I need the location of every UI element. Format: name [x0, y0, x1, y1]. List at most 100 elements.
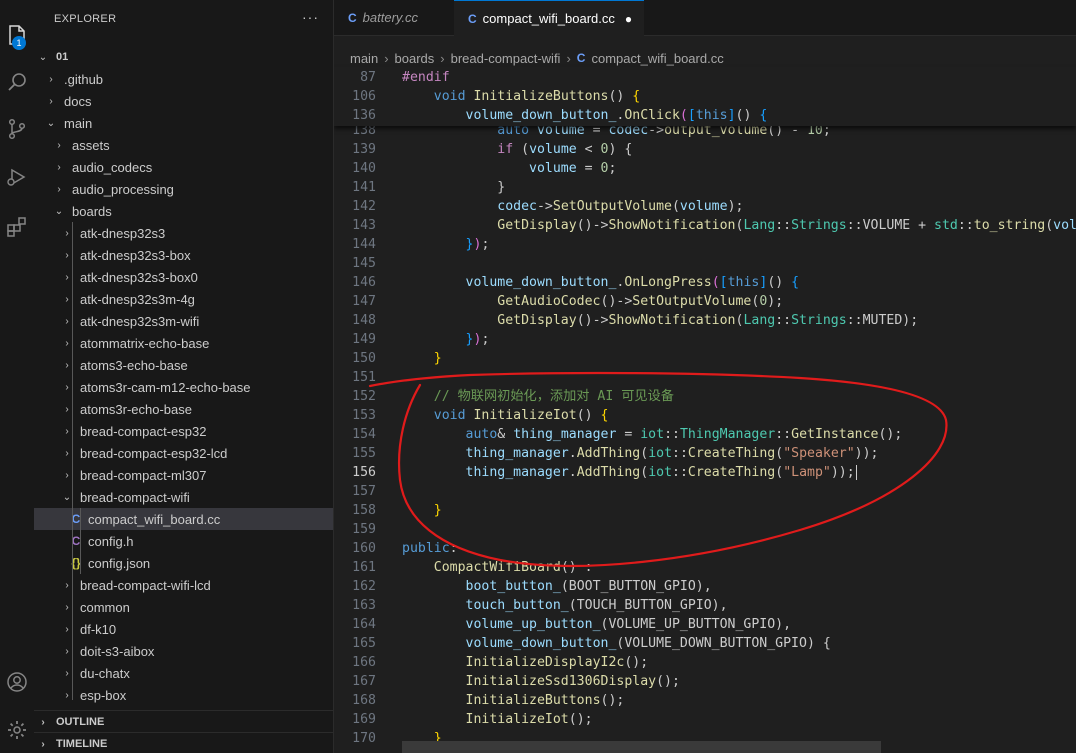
search-icon[interactable] [0, 65, 34, 99]
code-token: InitializeSsd1306Display [465, 674, 657, 689]
chevron-right-icon: › [65, 645, 69, 657]
outline-section[interactable]: › OUTLINE [34, 710, 333, 733]
chevron-right-icon: › [57, 161, 61, 173]
chevron-right-icon: › [57, 183, 61, 195]
more-actions-icon[interactable]: ··· [302, 10, 319, 24]
code-token: (VOLUME_DOWN_BUTTON_GPIO) { [616, 636, 831, 651]
code-line: volume_down_button_(VOLUME_DOWN_BUTTON_G… [402, 634, 831, 653]
tree-item-label: common [80, 599, 130, 615]
tree-file[interactable]: {} config.json [34, 552, 333, 574]
code-token: volume [679, 199, 728, 214]
workspace-root[interactable]: ⌄ 01 [34, 46, 333, 68]
tree-folder[interactable]: › docs [34, 90, 333, 112]
chevron-right-icon: › [65, 227, 69, 239]
settings-gear-icon[interactable] [0, 713, 34, 747]
tab-battery-cc[interactable]: C battery.cc [334, 0, 454, 35]
tree-folder[interactable]: › atoms3r-echo-base [34, 398, 333, 420]
chevron-right-icon: › [65, 447, 69, 459]
code-token: ShowNotification [608, 313, 736, 328]
code-token: boot_button_ [465, 579, 561, 594]
line-number: 168 [352, 693, 376, 708]
code-token: public [402, 541, 450, 556]
tree-folder[interactable]: › audio_processing [34, 178, 333, 200]
code-token: AddThing [576, 465, 641, 480]
code-token: CreateThing [687, 465, 776, 480]
tree-folder[interactable]: › atoms3r-cam-m12-echo-base [34, 376, 333, 398]
tree-file[interactable]: Ccompact_wifi_board.cc [34, 508, 333, 530]
tree-folder[interactable]: › atommatrix-echo-base [34, 332, 333, 354]
tree-item-label: atk-dnesp32s3m-4g [80, 291, 195, 307]
tree-folder[interactable]: ⌄ bread-compact-wifi [34, 486, 333, 508]
tree-file[interactable]: Cconfig.h [34, 530, 333, 552]
line-number: 166 [352, 655, 376, 670]
code-token: ( [775, 446, 784, 461]
code-line: if (volume < 0) { [402, 140, 632, 159]
tree-item-label: audio_codecs [72, 159, 153, 175]
code-token: InitializeDisplayI2c [465, 655, 625, 670]
tree-folder[interactable]: › common [34, 596, 333, 618]
tree-folder[interactable]: › assets [34, 134, 333, 156]
chevron-right-icon: › [65, 667, 69, 679]
tree-folder[interactable]: › atk-dnesp32s3-box0 [34, 266, 333, 288]
chevron-right-icon: › [65, 249, 69, 261]
sticky-scroll-header[interactable]: 87 #endif 106 void InitializeButtons() {13… [334, 67, 1076, 126]
code-token: GetDisplay [497, 313, 577, 328]
breadcrumb-item[interactable]: boards [395, 51, 435, 66]
code-line: touch_button_(TOUCH_BUTTON_GPIO), [402, 596, 728, 615]
breadcrumb-item[interactable]: bread-compact-wifi [451, 51, 561, 66]
tab-compact-wifi-board-cc[interactable]: C compact_wifi_board.cc ● [454, 0, 644, 36]
tree-folder[interactable]: › bread-compact-esp32 [34, 420, 333, 442]
code-line: volume_up_button_(VOLUME_UP_BUTTON_GPIO)… [402, 615, 792, 634]
horizontal-scrollbar[interactable] [402, 741, 881, 753]
chevron-right-icon: › [65, 337, 69, 349]
extensions-icon[interactable] [0, 210, 34, 244]
account-icon[interactable] [0, 665, 34, 699]
tree-folder[interactable]: › bread-compact-esp32-lcd [34, 442, 333, 464]
code-line: GetAudioCodec()->SetOutputVolume(0); [402, 292, 783, 311]
tree-folder[interactable]: › bread-compact-wifi-lcd [34, 574, 333, 596]
chevron-right-icon: › [49, 95, 53, 107]
tree-folder[interactable]: › bread-compact-ml307 [34, 464, 333, 486]
code-token: ( [1045, 218, 1054, 233]
code-token: InitializeButtons [473, 89, 609, 104]
tree-folder[interactable]: ⌄ main [34, 112, 333, 134]
explorer-badge: 1 [12, 36, 26, 50]
tree-item-label: atk-dnesp32s3 [80, 225, 166, 241]
tree-folder[interactable]: ⌄ boards [34, 200, 333, 222]
code-token: :: [775, 313, 792, 328]
breadcrumb-item[interactable]: main [350, 51, 378, 66]
tree-folder[interactable]: › atk-dnesp32s3m-wifi [34, 310, 333, 332]
tree-item-label: atoms3r-cam-m12-echo-base [80, 379, 251, 395]
code-token: void [433, 89, 466, 104]
code-line: thing_manager.AddThing(iot::CreateThing(… [402, 463, 857, 482]
breadcrumb-item[interactable]: compact_wifi_board.cc [591, 51, 723, 66]
tree-folder[interactable]: › esp-box [34, 684, 333, 706]
tree-item-label: du-chatx [80, 665, 130, 681]
tree-item-label: atommatrix-echo-base [80, 335, 210, 351]
source-control-icon[interactable] [0, 112, 34, 146]
tree-folder[interactable]: › df-k10 [34, 618, 333, 640]
tree-folder[interactable]: › atk-dnesp32s3 [34, 222, 333, 244]
explorer-title: EXPLORER [54, 13, 117, 25]
tree-folder[interactable]: › .github [34, 68, 333, 90]
tree-folder[interactable]: › du-chatx [34, 662, 333, 684]
tree-item-label: audio_processing [72, 181, 174, 197]
activity-bar: 1 [0, 0, 35, 753]
code-editor[interactable]: 87 #endif 106 void InitializeButtons() {13… [334, 67, 1076, 753]
tree-folder[interactable]: › atk-dnesp32s3m-4g [34, 288, 333, 310]
tree-folder[interactable]: › atoms3-echo-base [34, 354, 333, 376]
run-debug-icon[interactable] [0, 160, 34, 194]
timeline-section[interactable]: › TIMELINE [34, 732, 333, 753]
tree-folder[interactable]: › doit-s3-aibox [34, 640, 333, 662]
unsaved-dot-icon[interactable]: ● [625, 12, 632, 26]
tree-folder[interactable]: › atk-dnesp32s3-box [34, 244, 333, 266]
code-token: :: [957, 218, 974, 233]
tree-folder[interactable]: › audio_codecs [34, 156, 333, 178]
